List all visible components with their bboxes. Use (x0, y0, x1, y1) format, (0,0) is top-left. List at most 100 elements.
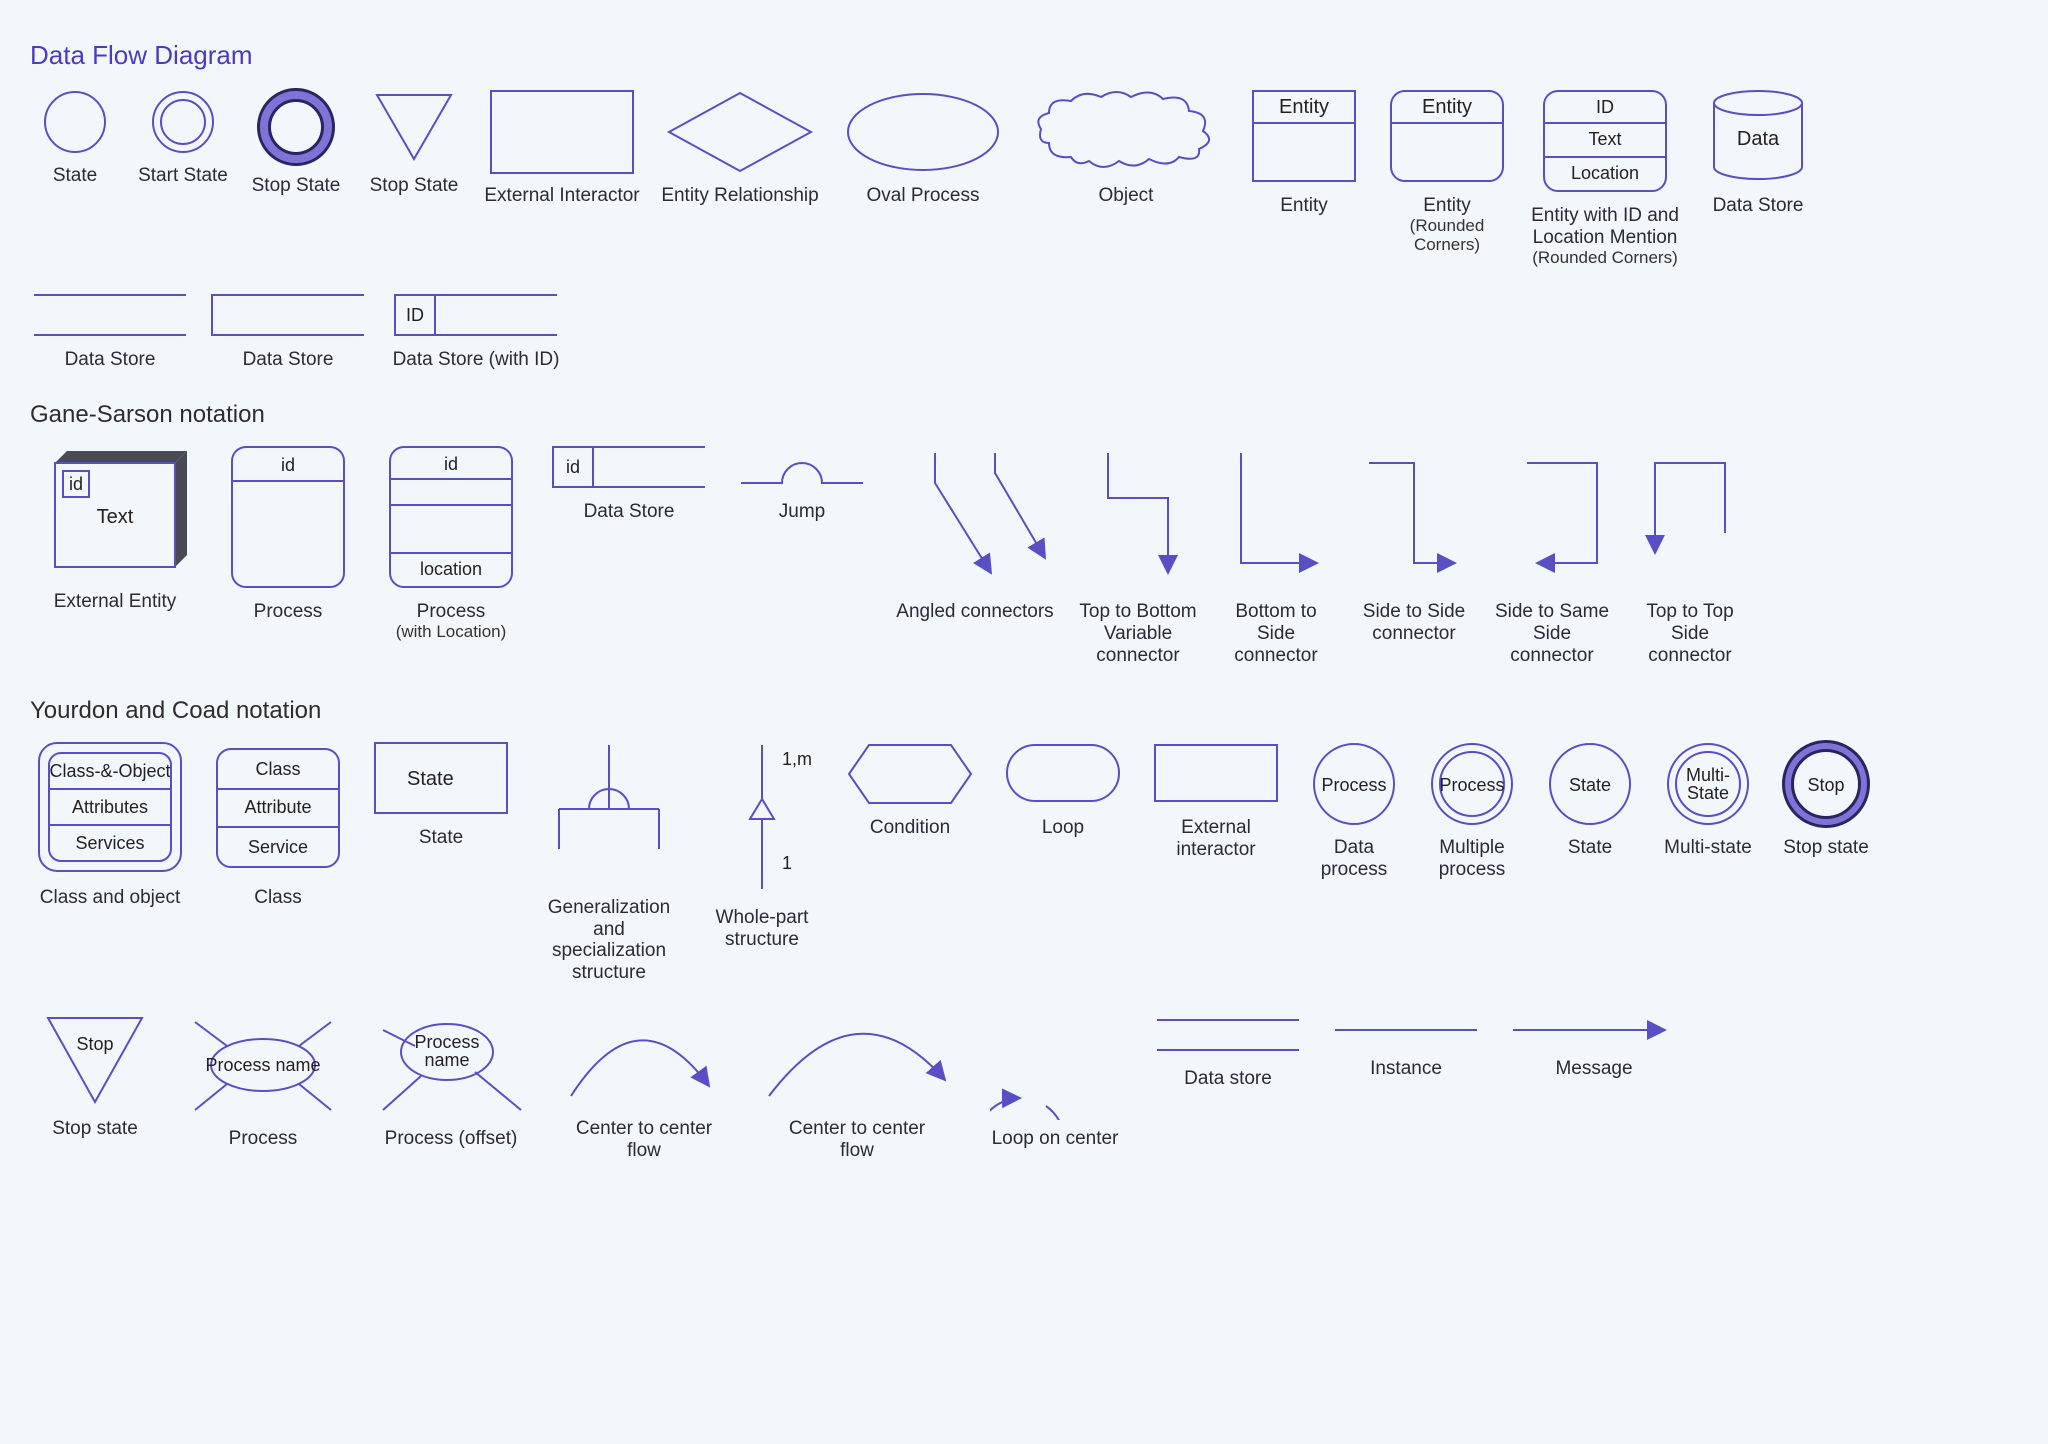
svg-text:name: name (424, 1050, 469, 1070)
message-arrow-icon (1509, 1010, 1679, 1050)
shape-angled-connectors: Angled connectors (890, 443, 1060, 623)
shape-external-interactor: External Interactor (482, 87, 642, 207)
gs-process-location-icon: id location (386, 443, 516, 593)
oval-icon (843, 87, 1003, 177)
shape-side-side: Side to Side connector (1354, 443, 1474, 645)
yc-row2: Stop Stop state Process name Process Pro… (30, 1010, 2018, 1162)
shape-stop-state-ring: Stop State (246, 87, 346, 197)
section-title-dfd: Data Flow Diagram (30, 40, 2018, 71)
shape-message: Message (1504, 1010, 1684, 1080)
shape-process-legs: Process name Process (178, 1010, 348, 1150)
state-rect-icon: State (371, 739, 511, 819)
shape-gs-jump: Jump (732, 443, 872, 523)
bottom-side-icon (1221, 443, 1331, 593)
yc-row1: Class-&-Object Attributes Services Class… (30, 739, 2018, 984)
stop-ring2-icon: Stop (1781, 739, 1871, 829)
top-bottom-var-icon (1088, 443, 1188, 593)
shape-data-store-cylinder: Data Data Store (1698, 87, 1818, 217)
shape-gen-spec: Generalization and specialization struct… (534, 739, 684, 984)
loop-center-icon (990, 1010, 1120, 1120)
shape-entity-relationship: Entity Relationship (660, 87, 820, 207)
stop-triangle2-icon: Stop (40, 1010, 150, 1110)
svg-text:Process: Process (1321, 775, 1386, 795)
shape-data-store-with-id: ID Data Store (with ID) (386, 291, 566, 371)
circle-icon (40, 87, 110, 157)
dfd-row2: Data Store Data Store ID Data Store (wit… (30, 291, 2018, 371)
center-flow1-icon (559, 1010, 729, 1110)
datastore-open-icon (30, 291, 190, 341)
condition-hex-icon (845, 739, 975, 809)
shape-entity-rounded: Entity Entity (Rounded Corners) (1382, 87, 1512, 254)
triangle-down-icon (369, 87, 459, 167)
svg-text:1: 1 (782, 853, 792, 873)
svg-text:Class: Class (255, 759, 300, 779)
shape-multi-state: Multi- State Multi-state (1658, 739, 1758, 859)
stop-ring-icon (256, 87, 336, 167)
datastore-lines-icon (1153, 1010, 1303, 1060)
process-legs-icon: Process name (183, 1010, 343, 1120)
shape-class-object: Class-&-Object Attributes Services Class… (30, 739, 190, 909)
side-same-side-icon (1497, 443, 1607, 593)
rect-icon (1151, 739, 1281, 809)
svg-text:id: id (281, 455, 295, 475)
data-process-icon: Process (1309, 739, 1399, 829)
shape-center-flow-1: Center to center flow (554, 1010, 734, 1162)
svg-text:Entity: Entity (1279, 96, 1329, 118)
shape-state: State (30, 87, 120, 187)
multi-state-icon: Multi- State (1663, 739, 1753, 829)
entity-box-icon: Entity (1249, 87, 1359, 187)
svg-text:Stop: Stop (76, 1034, 113, 1054)
svg-text:Class-&-Object: Class-&-Object (49, 761, 170, 781)
gs-process-icon: id (228, 443, 348, 593)
svg-text:State: State (407, 768, 454, 790)
shape-entity-id-location: ID Text Location Entity with ID and Loca… (1530, 87, 1680, 267)
section-title-gane-sarson: Gane-Sarson notation (30, 401, 2018, 429)
svg-text:id: id (566, 457, 580, 477)
svg-text:1,m: 1,m (782, 749, 812, 769)
svg-text:id: id (69, 474, 83, 494)
shape-yc-state-rect: State State (366, 739, 516, 849)
side-side-icon (1359, 443, 1469, 593)
svg-text:Attributes: Attributes (72, 797, 148, 817)
datastore-openleft-icon (208, 291, 368, 341)
shape-oval-process: Oval Process (838, 87, 1008, 207)
instance-line-icon (1331, 1010, 1481, 1050)
class-object-icon: Class-&-Object Attributes Services (35, 739, 185, 879)
whole-part-icon: 1,m 1 (712, 739, 812, 899)
svg-text:Stop: Stop (1807, 775, 1844, 795)
multiple-process-icon: Process (1427, 739, 1517, 829)
svg-text:Services: Services (75, 833, 144, 853)
shape-yc-state-circle: State State (1540, 739, 1640, 859)
shape-whole-part: 1,m 1 Whole-part structure (702, 739, 822, 951)
shape-data-store-open2: Data Store (208, 291, 368, 371)
center-flow2-icon (757, 1010, 957, 1110)
diamond-icon (665, 87, 815, 177)
shape-instance: Instance (1326, 1010, 1486, 1080)
svg-text:Process: Process (1439, 775, 1504, 795)
top-top-side-icon (1635, 443, 1745, 593)
cylinder-icon: Data (1708, 87, 1808, 187)
svg-text:location: location (420, 559, 482, 579)
svg-text:Location: Location (1571, 163, 1639, 183)
gen-spec-icon (539, 739, 679, 889)
entity-id-location-icon: ID Text Location (1540, 87, 1670, 197)
dfd-row1: State Start State Stop State Stop State … (30, 87, 2018, 267)
svg-text:State: State (1687, 783, 1729, 803)
svg-text:Entity: Entity (1422, 96, 1472, 118)
shape-process-offset: Process name Process (offset) (366, 1010, 536, 1150)
shape-data-process: Process Data process (1304, 739, 1404, 881)
gs-datastore-icon: id (549, 443, 709, 493)
jump-icon (737, 443, 867, 493)
shape-loop: Loop (998, 739, 1128, 839)
datastore-id-icon: ID (391, 291, 561, 341)
svg-text:Process name: Process name (205, 1055, 320, 1075)
shape-gs-external-entity: id Text External Entity (30, 443, 200, 613)
shape-object-cloud: Object (1026, 87, 1226, 207)
shape-entity: Entity Entity (1244, 87, 1364, 217)
shape-bottom-side: Bottom to Side connector (1216, 443, 1336, 667)
shape-loop-center: Loop on center (980, 1010, 1130, 1150)
svg-text:State: State (1569, 775, 1611, 795)
rectangle-icon (487, 87, 637, 177)
svg-text:ID: ID (406, 305, 424, 325)
svg-text:Attribute: Attribute (244, 797, 311, 817)
